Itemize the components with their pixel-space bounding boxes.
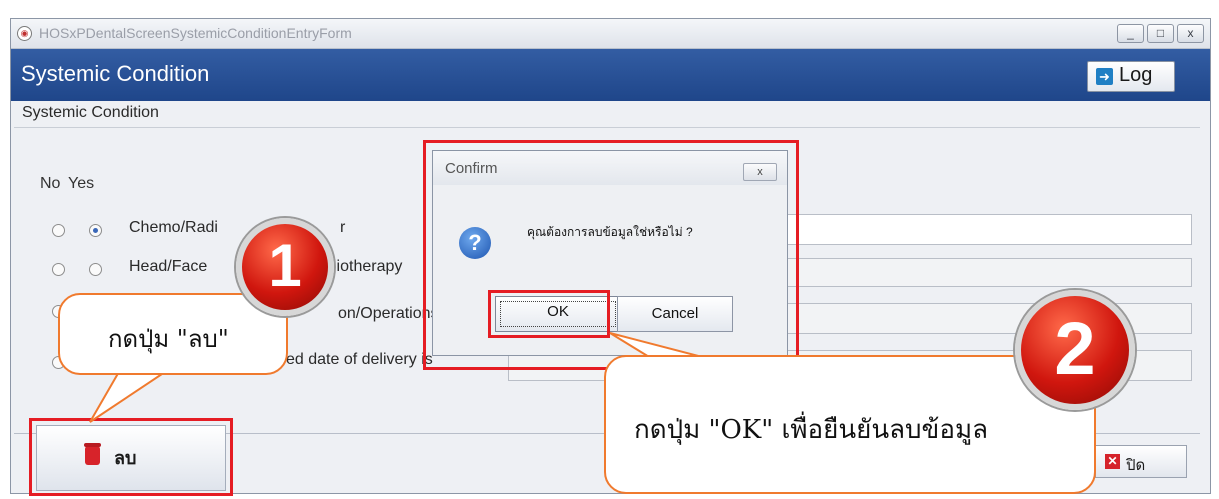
callout1-pointer <box>89 369 172 423</box>
step1-badge: 1 <box>236 218 334 316</box>
callout-step2-text: กดปุ่ม "OK" เพื่อยืนยันลบข้อมูล <box>634 415 989 445</box>
step2-badge: 2 <box>1015 290 1135 410</box>
callout-step1-text: กดปุ่ม "ลบ" <box>108 325 229 353</box>
